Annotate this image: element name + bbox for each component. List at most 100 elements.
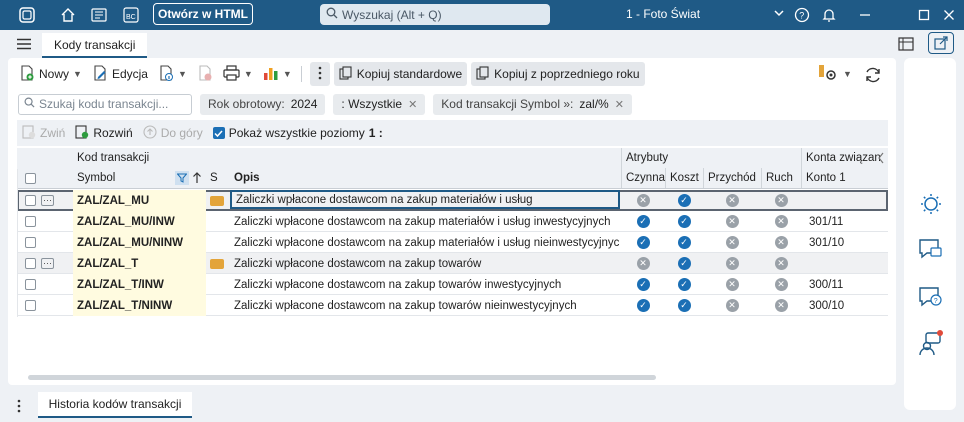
row-checkbox[interactable] [25,237,36,248]
row-select-cell[interactable] [21,295,41,316]
col-desc-header[interactable]: Opis [230,168,620,188]
company-selector[interactable]: 1 - Foto Świat [590,7,785,22]
row-checkbox[interactable] [25,195,36,206]
row-select-cell[interactable] [21,211,41,232]
row-checkbox[interactable] [25,258,36,269]
row-checkbox[interactable] [25,216,36,227]
settings-button[interactable]: ▼ [812,62,857,86]
show-all-levels-toggle[interactable]: Pokaż wszystkie poziomy 1 : [208,121,388,145]
col-symbol-header[interactable]: Symbol [73,168,173,188]
home-icon[interactable] [59,5,77,25]
move-flag-cell: ✕ [761,295,801,316]
go-up-button: Do góry [138,121,208,145]
open-in-html-button[interactable]: Otwórz w HTML [153,3,253,25]
col-s-header[interactable]: S [206,168,230,188]
more-actions-button[interactable] [309,62,330,86]
expand-button[interactable]: Rozwiń [70,121,137,145]
all-filter-chip[interactable]: : Wszystkie ✕ [333,93,426,115]
tab-kody-transakcji[interactable]: Kody transakcji [42,33,148,58]
hamburger-menu-icon[interactable] [16,38,32,53]
code-symbol-filter-chip[interactable]: Kod transakcji Symbol »: zal/% ✕ [433,93,632,115]
help-chat-icon[interactable]: ? [918,284,944,310]
col-move-header[interactable]: Ruch [761,168,801,188]
transaction-search-input[interactable]: Szukaj kodu transakcji... [18,93,192,115]
col-cost-header[interactable]: Koszt [665,168,703,188]
more-horizontal-icon[interactable]: ··· [41,258,54,269]
new-document-icon [19,64,35,84]
lightbulb-icon[interactable] [918,191,944,217]
show-all-levels-checkbox[interactable] [212,127,225,139]
check-circle-icon: ✓ [677,299,691,312]
row-menu-cell[interactable]: ··· [37,190,57,211]
table-row[interactable]: ··· ZAL/ZAL_MU Zaliczki wpłacone dostawcom… [17,190,888,211]
support-agent-icon[interactable] [918,330,944,356]
tab-history[interactable]: Historia kodów transakcji [38,392,192,418]
maximize-icon[interactable] [915,5,933,25]
income-flag-cell: ✕ [703,274,761,295]
bar-chart-icon [263,65,279,84]
table-row[interactable]: ZAL/ZAL_MU/NINW Zaliczki wpłacone dostawc… [17,232,888,253]
more-vertical-icon[interactable] [17,399,21,416]
help-icon[interactable]: ? [793,5,811,25]
svg-text:BC: BC [126,14,136,21]
grid-left-gutter [17,169,18,317]
description-cell[interactable]: Zaliczki wpłacone dostawcom na zakup mat… [230,190,620,209]
x-circle-icon: ✕ [725,299,739,312]
print-button[interactable]: ▼ [218,62,258,86]
chat-icon[interactable] [918,236,944,262]
row-select-cell[interactable] [21,232,41,253]
table-row[interactable]: ZAL/ZAL_MU/INW Zaliczki wpłacone dostawco… [17,211,888,232]
show-all-levels-label: Pokaż wszystkie poziomy [228,126,365,140]
x-circle-icon: ✕ [725,236,739,249]
table-row[interactable]: ··· ZAL/ZAL_T Zaliczki wpłacone dostawcom … [17,253,888,274]
close-icon[interactable]: ✕ [615,98,624,111]
close-icon[interactable]: ✕ [408,98,417,111]
chevron-left-icon[interactable] [877,152,885,167]
search-icon [326,7,338,22]
fiscal-year-value: 2024 [290,97,318,111]
bc-icon[interactable]: BC [122,5,140,25]
bottom-tab-bar: Historia kodów transakcji [0,392,964,422]
col-income-header[interactable]: Przychód [703,168,761,188]
info-button[interactable]: ▼ [153,62,192,86]
x-circle-icon: ✕ [774,278,788,291]
global-search-input[interactable]: Wyszukaj (Alt + Q) [320,4,550,25]
select-all-checkbox[interactable] [25,172,36,184]
sort-ascending-icon[interactable] [192,172,202,187]
row-checkbox[interactable] [25,279,36,290]
refresh-icon[interactable] [864,66,882,87]
x-circle-icon: ✕ [725,257,739,270]
fiscal-year-filter[interactable]: Rok obrotowy: 2024 [200,93,326,115]
description-cell: Zaliczki wpłacone dostawcom na zakup mat… [234,236,620,249]
income-flag-cell: ✕ [703,253,761,274]
col-active-header[interactable]: Czynna [621,168,665,188]
copy-standard-label: Kopiuj standardowe [356,67,463,81]
symbol-cell: ZAL/ZAL_T/NINW [73,295,206,316]
chevron-down-icon [773,7,785,22]
more-horizontal-icon[interactable]: ··· [41,195,54,206]
filter-icon[interactable] [175,171,189,185]
grid-view-icon[interactable] [898,36,914,55]
x-circle-icon: ✕ [774,194,788,207]
row-checkbox[interactable] [25,300,36,311]
row-menu-cell[interactable]: ··· [37,253,57,274]
bell-icon[interactable] [820,5,838,25]
active-flag-cell: ✓ [621,295,665,316]
close-icon[interactable] [940,5,958,25]
share-panel-icon[interactable] [928,32,954,54]
edit-button[interactable]: Edycja [87,62,153,86]
table-row[interactable]: ZAL/ZAL_T/NINW Zaliczki wpłacone dostawco… [17,295,888,316]
chart-button[interactable]: ▼ [258,62,297,86]
horizontal-scrollbar[interactable] [28,375,656,380]
account1-cell: 301/10 [809,236,845,249]
news-icon[interactable] [90,5,108,25]
cost-flag-cell: ✓ [665,211,703,232]
col-acc1-header[interactable]: Konto 1 [801,168,881,188]
row-select-cell[interactable] [21,274,41,295]
table-row[interactable]: ZAL/ZAL_T/INW Zaliczki wpłacone dostawcom… [17,274,888,295]
select-all-cell[interactable] [21,168,41,188]
minimize-icon[interactable] [856,5,874,25]
new-button[interactable]: Nowy ▼ [14,62,87,86]
copy-prev-year-button[interactable]: Kopiuj z poprzedniego roku [471,62,645,86]
copy-standard-button[interactable]: Kopiuj standardowe [333,62,468,86]
